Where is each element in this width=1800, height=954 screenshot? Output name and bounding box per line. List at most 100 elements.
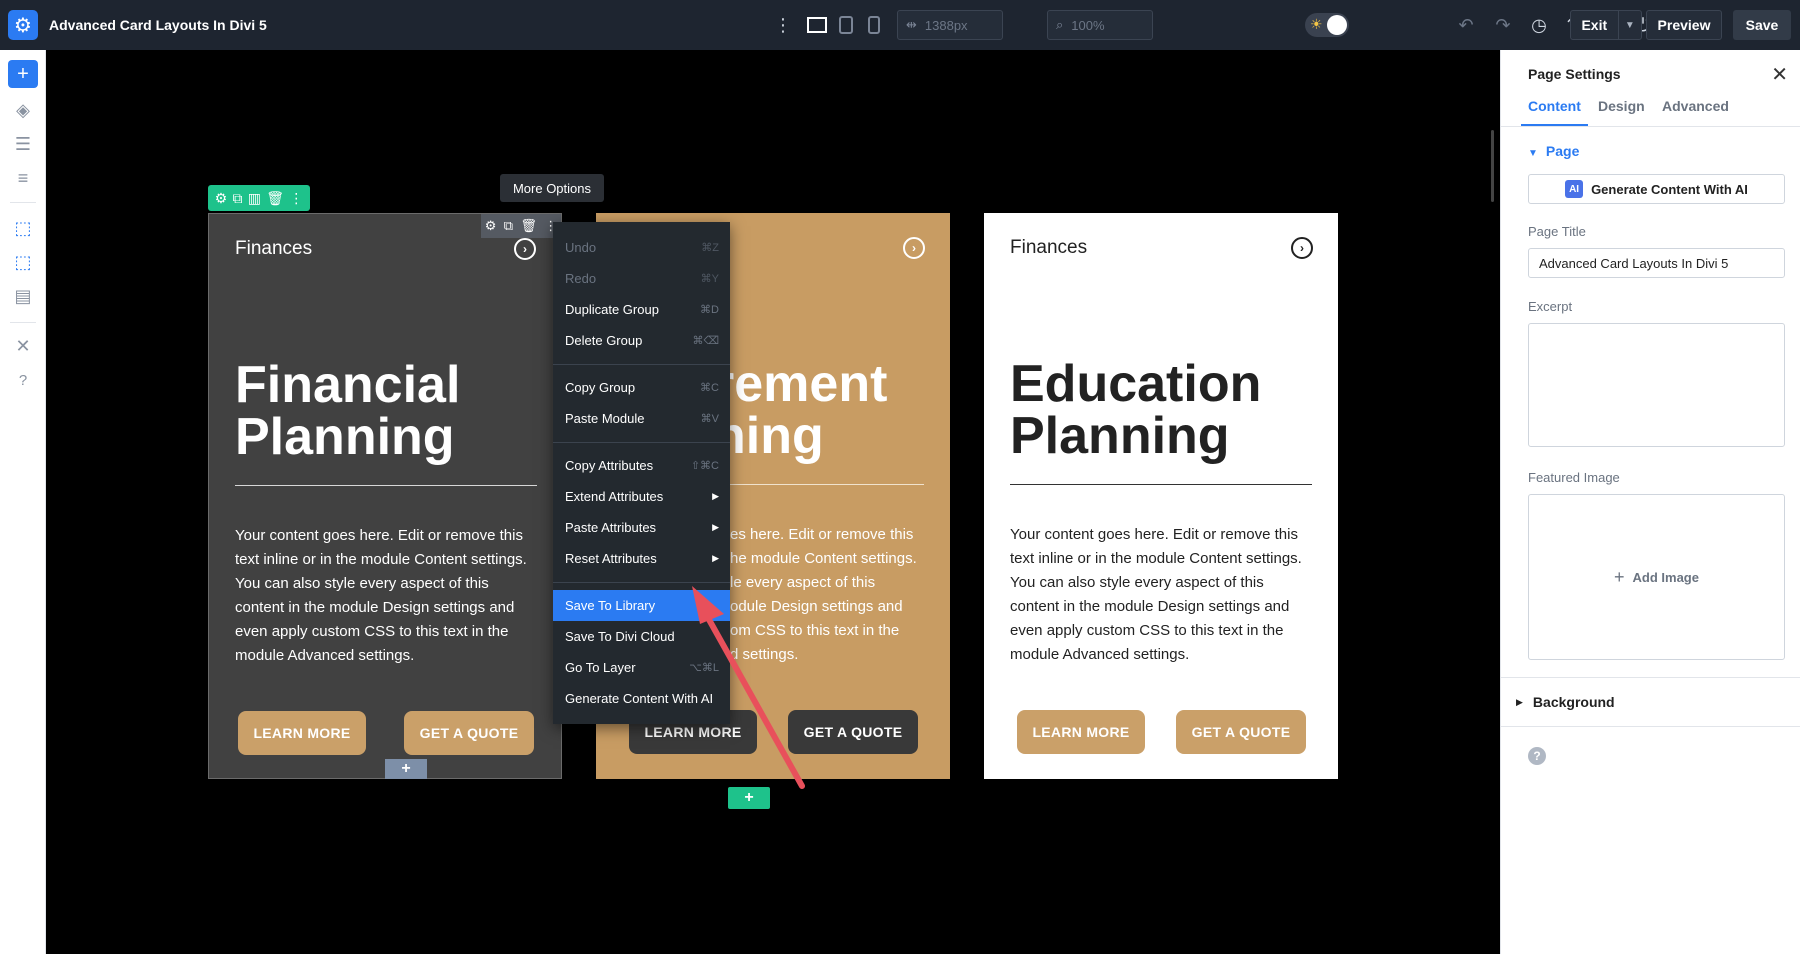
card-divider (1010, 484, 1312, 485)
save-button[interactable]: Save (1733, 10, 1791, 40)
module-settings-icon[interactable]: ⚙ (485, 218, 497, 234)
card-kicker: Finances (235, 238, 312, 260)
chevron-right-circle-icon[interactable]: › (1291, 237, 1313, 259)
add-image-label: Add Image (1633, 570, 1699, 585)
sidebar-divider (10, 202, 36, 203)
group-delete-icon[interactable]: 🗑 (266, 190, 284, 207)
featured-image-label: Featured Image (1528, 470, 1620, 485)
layout-settings-icon[interactable]: ▤ (8, 282, 38, 310)
section-divider (1501, 726, 1800, 727)
card-kicker: Finances (1010, 237, 1087, 259)
section-page-toggle[interactable]: ▼Page (1528, 143, 1579, 159)
menu-item-delete-group[interactable]: Delete Group⌘⌫ (553, 325, 730, 356)
sun-icon: ☀ (1310, 16, 1323, 33)
get-a-quote-button[interactable]: GET A QUOTE (788, 710, 918, 754)
tab-advanced[interactable]: Advanced (1662, 98, 1729, 114)
menu-item-redo[interactable]: Redo⌘Y (553, 263, 730, 294)
exit-button[interactable]: Exit ▼ (1570, 10, 1642, 40)
desktop-view-icon[interactable] (805, 12, 829, 38)
group-duplicate-icon[interactable]: ⧉ (232, 190, 242, 207)
zoom-field[interactable]: ⌕ 100% (1047, 10, 1153, 40)
database-icon[interactable]: ☰ (8, 130, 38, 158)
menu-item-duplicate-group[interactable]: Duplicate Group⌘D (553, 294, 730, 325)
menu-item-undo[interactable]: Undo⌘Z (553, 232, 730, 263)
zoom-search-icon: ⌕ (1056, 17, 1063, 33)
menu-item-generate-content-ai[interactable]: Generate Content With AI (553, 683, 730, 714)
submenu-arrow-icon: ▶ (712, 522, 719, 533)
toggle-knob (1327, 15, 1347, 35)
menu-item-paste-attributes[interactable]: Paste Attributes▶ (553, 512, 730, 543)
help-icon[interactable]: ? (8, 366, 38, 394)
settings-sliders-icon[interactable]: ≡ (8, 164, 38, 192)
menu-divider (553, 442, 730, 443)
section-divider (1501, 677, 1800, 678)
excerpt-textarea[interactable] (1528, 323, 1785, 447)
learn-more-button[interactable]: LEARN MORE (1017, 710, 1145, 754)
menu-item-copy-group[interactable]: Copy Group⌘C (553, 372, 730, 403)
card-divider (730, 484, 924, 485)
help-icon[interactable]: ? (1528, 747, 1546, 765)
group-settings-icon[interactable]: ⚙ (215, 190, 228, 207)
chevron-right-circle-icon[interactable]: › (514, 238, 536, 260)
card-heading-line: Education (1010, 358, 1330, 410)
featured-image-upload[interactable]: + Add Image (1528, 494, 1785, 660)
preview-button[interactable]: Preview (1646, 10, 1722, 40)
tablet-view-icon[interactable] (836, 12, 856, 38)
redo-icon[interactable]: ↷ (1492, 12, 1514, 38)
undo-icon[interactable]: ↶ (1455, 12, 1477, 38)
caret-down-icon: ▼ (1528, 148, 1538, 159)
card-heading-line: Financial (235, 359, 555, 411)
tools-icon[interactable]: ✕ (8, 332, 38, 360)
get-a-quote-button[interactable]: GET A QUOTE (404, 711, 534, 755)
learn-more-button[interactable]: LEARN MORE (238, 711, 366, 755)
card-education-planning[interactable]: Finances › Education Planning Your conte… (984, 213, 1338, 779)
module-toolbar: ⚙ ⧉ 🗑 ⋮ (481, 214, 561, 238)
menu-item-reset-attributes[interactable]: Reset Attributes▶ (553, 543, 730, 574)
section-background-toggle[interactable]: ▶ Background (1516, 694, 1615, 710)
submenu-arrow-icon: ▶ (712, 553, 719, 564)
width-value: 1388px (925, 18, 968, 33)
plus-icon: + (1614, 567, 1625, 588)
close-icon[interactable]: ✕ (1771, 62, 1788, 87)
history-icon[interactable]: ◷ (1528, 12, 1550, 38)
card-financial-planning[interactable]: Finances › Financial Planning Your conte… (208, 213, 562, 779)
add-module-button[interactable]: + (385, 759, 427, 779)
menu-item-go-to-layer[interactable]: Go To Layer⌥⌘L (553, 652, 730, 683)
ai-button-label: Generate Content With AI (1591, 182, 1748, 197)
panel-scrollbar[interactable] (1491, 130, 1494, 202)
page-settings-panel: Page Settings ✕ Content Design Advanced … (1500, 50, 1800, 954)
more-vertical-icon[interactable]: ⋮ (776, 12, 790, 38)
group-more-icon[interactable]: ⋮ (289, 190, 303, 207)
group-columns-icon[interactable]: ▥ (248, 190, 261, 207)
context-menu: Undo⌘Z Redo⌘Y Duplicate Group⌘D Delete G… (553, 222, 730, 724)
module-duplicate-icon[interactable]: ⧉ (504, 218, 513, 234)
layers-icon[interactable]: ◈ (8, 96, 38, 124)
get-a-quote-button[interactable]: GET A QUOTE (1176, 710, 1306, 754)
generate-content-ai-button[interactable]: AI Generate Content With AI (1528, 174, 1785, 204)
tab-content[interactable]: Content (1528, 98, 1581, 114)
exit-dropdown-icon[interactable]: ▼ (1618, 10, 1641, 40)
theme-toggle[interactable]: ☀ (1305, 13, 1349, 37)
select-module-icon[interactable]: ⬚ (8, 214, 38, 242)
canvas-width-field[interactable]: ⇹ 1388px (897, 10, 1003, 40)
add-row-button[interactable]: + (728, 787, 770, 809)
menu-item-extend-attributes[interactable]: Extend Attributes▶ (553, 481, 730, 512)
page-title-input[interactable]: Advanced Card Layouts In Divi 5 (1528, 248, 1785, 278)
card-divider (235, 485, 537, 486)
module-delete-icon[interactable]: 🗑 (520, 218, 537, 234)
menu-item-save-to-divi-cloud[interactable]: Save To Divi Cloud (553, 621, 730, 652)
add-icon[interactable]: + (8, 60, 38, 88)
excerpt-label: Excerpt (1528, 299, 1572, 314)
tab-design[interactable]: Design (1598, 98, 1645, 114)
divi-settings-icon[interactable]: ⚙ (8, 10, 38, 40)
chevron-right-circle-icon[interactable]: › (903, 237, 925, 259)
exit-label: Exit (1571, 17, 1618, 33)
select-group-icon[interactable]: ⬚ (8, 248, 38, 276)
menu-item-paste-module[interactable]: Paste Module⌘V (553, 403, 730, 434)
menu-item-copy-attributes[interactable]: Copy Attributes⇧⌘C (553, 450, 730, 481)
card-body: es here. Edit or remove this he module C… (730, 523, 930, 667)
card-body: Your content goes here. Edit or remove t… (1010, 523, 1316, 667)
top-toolbar: ⚙ Advanced Card Layouts In Divi 5 ⋮ ⇹ 13… (0, 0, 1800, 50)
phone-view-icon[interactable] (864, 12, 884, 38)
menu-item-save-to-library[interactable]: Save To Library (553, 590, 730, 621)
